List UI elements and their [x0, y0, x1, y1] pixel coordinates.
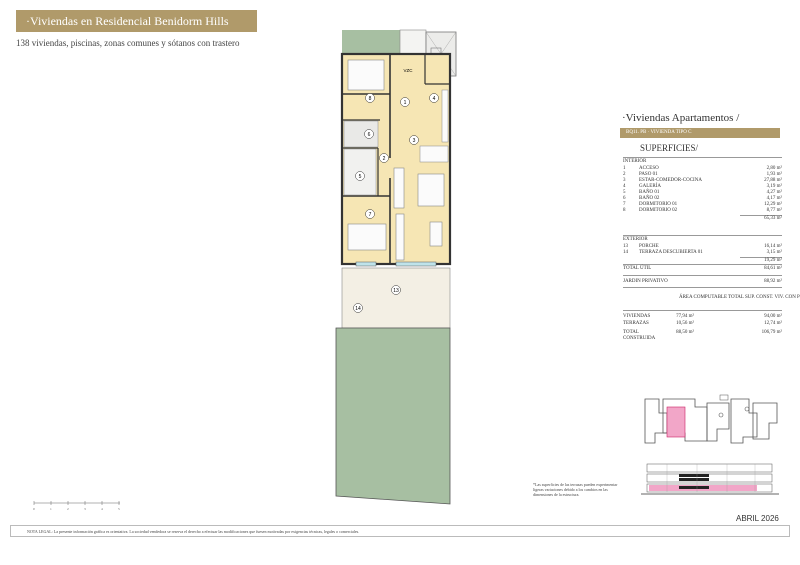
- unit-highlight: [666, 406, 686, 438]
- room-label-1: 1: [404, 100, 407, 106]
- section-elevation: [641, 463, 779, 495]
- scale-tick: 4: [101, 507, 103, 511]
- floor-plan: 1 2 3 4 5 6 7 8 13 14 VZC: [335, 29, 457, 505]
- scale-tick: 3: [84, 507, 86, 511]
- room-label-3: 3: [413, 138, 416, 144]
- room-label-6: 6: [368, 132, 371, 138]
- interior-subtotal: 65,33 m²: [764, 216, 782, 221]
- garden-top: [342, 30, 400, 54]
- summary-col1-header: ÁREA COMPUTABLE: [678, 295, 728, 300]
- sofa: [393, 167, 405, 209]
- room-label-2: 2: [383, 156, 386, 162]
- project-subtitle: 138 viviendas, piscinas, zonas comunes y…: [16, 38, 240, 48]
- scale-tick: 1: [50, 507, 52, 511]
- jardin-row: JARDIN PRIVATIVO 88,92 m²: [623, 279, 782, 284]
- summary-col2-header: TOTAL SUP. CONST. VIV. CON P/P Z.C: [728, 295, 800, 300]
- scale-tick: 5: [118, 507, 120, 511]
- room-label-5: 5: [359, 174, 362, 180]
- unit-label: BQ11. PB · VIVIENDA TIPO C: [620, 128, 780, 138]
- porch-area: [341, 267, 451, 329]
- dining-table: [417, 173, 445, 207]
- private-garden: [335, 327, 451, 505]
- scale-bar: 0 1 2 3 4 5: [33, 500, 121, 514]
- summary-row: VIVIENDAS 77,94 m² 94,00 m²: [623, 314, 782, 319]
- exterior-heading: EXTERIOR: [623, 237, 648, 242]
- total-util-row: TOTAL ÚTIL 84,61 m²: [623, 266, 782, 271]
- room-label-14: 14: [355, 306, 361, 312]
- interior-heading: INTERIOR: [623, 159, 647, 164]
- vzc-label: VZC: [404, 68, 414, 73]
- scale-tick: 2: [67, 507, 69, 511]
- table-row: 14 TERRAZA DESCUBIERTA 01 3,15 m²: [623, 250, 782, 255]
- table-row: 8 DORMITORIO 02 8,77 m²: [623, 208, 782, 213]
- section-title: ·Viviendas Apartamentos /: [622, 112, 740, 124]
- date-label: ABRIL 2026: [736, 514, 779, 523]
- project-title: ·Viviendas en Residencial Benidorm Hills: [16, 10, 257, 32]
- legal-notice: NOTA LEGAL: La presente información gráf…: [10, 525, 790, 537]
- room-label-7: 7: [369, 212, 372, 218]
- room-label-4: 4: [433, 96, 436, 102]
- bed-dormitorio-01: [347, 223, 387, 251]
- superficies-title: SUPERFICIES/: [640, 143, 699, 153]
- footnote: *Las superficies de las terrazas pueden …: [533, 482, 618, 497]
- summary-row: TERRAZAS 10,56 m² 12,74 m²: [623, 321, 782, 326]
- room-label-13: 13: [393, 288, 399, 294]
- bed-dormitorio-02: [347, 59, 385, 91]
- room-label-8: 8: [369, 96, 372, 102]
- key-plan: [644, 394, 778, 444]
- scale-tick: 0: [33, 507, 35, 511]
